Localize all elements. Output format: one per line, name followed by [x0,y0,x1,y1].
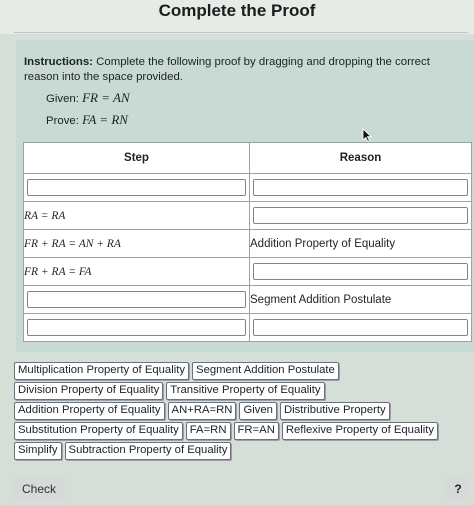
answer-bank-row: Substitution Property of Equality FA=RN … [14,422,454,442]
draggable-option[interactable]: Addition Property of Equality [14,402,165,421]
draggable-option[interactable]: Distributive Property [279,402,390,421]
answer-bank-row: Division Property of Equality Transitive… [14,382,454,402]
proof-row: RA = RA [23,201,472,230]
step-header: Step [23,142,250,174]
step-drop-zone[interactable] [27,319,246,336]
prove-statement: Prove: FA = RN [46,112,128,128]
draggable-option[interactable]: Multiplication Property of Equality [14,362,190,380]
proof-table: Step Reason RA = RA FR + RA = AN + RA Ad… [23,142,472,342]
page-title: Complete the Proof [158,1,316,20]
reason-header: Reason [249,142,472,174]
reason-cell [249,257,472,286]
given-label: Given: [46,93,79,105]
reason-drop-zone[interactable] [253,179,468,196]
step-drop-zone[interactable] [27,291,246,308]
step-cell [23,173,250,202]
proof-row: FR + RA = AN + RA Addition Property of E… [23,229,472,258]
proof-row: Segment Addition Postulate [23,285,472,314]
proof-row [23,313,472,342]
instructions: Instructions: Complete the following pro… [24,55,454,85]
reason-cell [249,313,472,342]
answer-bank-row: Simplify Subtraction Property of Equalit… [14,442,454,462]
reason-drop-zone[interactable] [253,263,468,280]
reason-cell: Segment Addition Postulate [249,285,472,314]
reason-cell: Addition Property of Equality [249,229,472,258]
draggable-option[interactable]: Transitive Property of Equality [166,382,325,401]
reason-cell [249,201,472,230]
step-cell: RA = RA [23,201,250,230]
answer-bank: Multiplication Property of Equality Segm… [14,362,454,462]
draggable-option[interactable]: Segment Addition Postulate [192,362,339,380]
draggable-option[interactable]: Substitution Property of Equality [14,422,183,441]
given-expression: FR = AN [82,90,130,105]
step-cell: FR + RA = AN + RA [23,229,250,258]
prove-expression: FA = RN [82,112,128,127]
instructions-label: Instructions: [24,56,93,68]
draggable-option[interactable]: Given [239,402,277,421]
draggable-option[interactable]: Division Property of Equality [14,382,164,401]
prove-label: Prove: [46,115,79,127]
draggable-option[interactable]: Reflexive Property of Equality [281,422,439,441]
title-divider [14,32,468,33]
answer-bank-row: Multiplication Property of Equality Segm… [14,362,454,382]
check-button[interactable]: Check [13,477,65,501]
reason-drop-zone[interactable] [253,207,468,224]
answer-bank-row: Addition Property of Equality AN+RA=RN G… [14,402,454,422]
step-cell [23,285,250,314]
reason-drop-zone[interactable] [253,319,468,336]
proof-row: FR + RA = FA [23,257,472,286]
reason-cell [249,173,472,202]
draggable-option[interactable]: FR=AN [233,422,279,441]
help-button[interactable]: ? [446,477,470,501]
draggable-option[interactable]: AN+RA=RN [167,402,237,421]
step-cell [23,313,250,342]
step-cell: FR + RA = FA [23,257,250,286]
step-drop-zone[interactable] [27,179,246,196]
draggable-option[interactable]: Subtraction Property of Equality [64,442,232,461]
draggable-option[interactable]: FA=RN [185,422,231,441]
proof-row [23,173,472,202]
draggable-option[interactable]: Simplify [14,442,62,461]
given-statement: Given: FR = AN [46,90,130,106]
mouse-pointer-icon [362,128,372,142]
